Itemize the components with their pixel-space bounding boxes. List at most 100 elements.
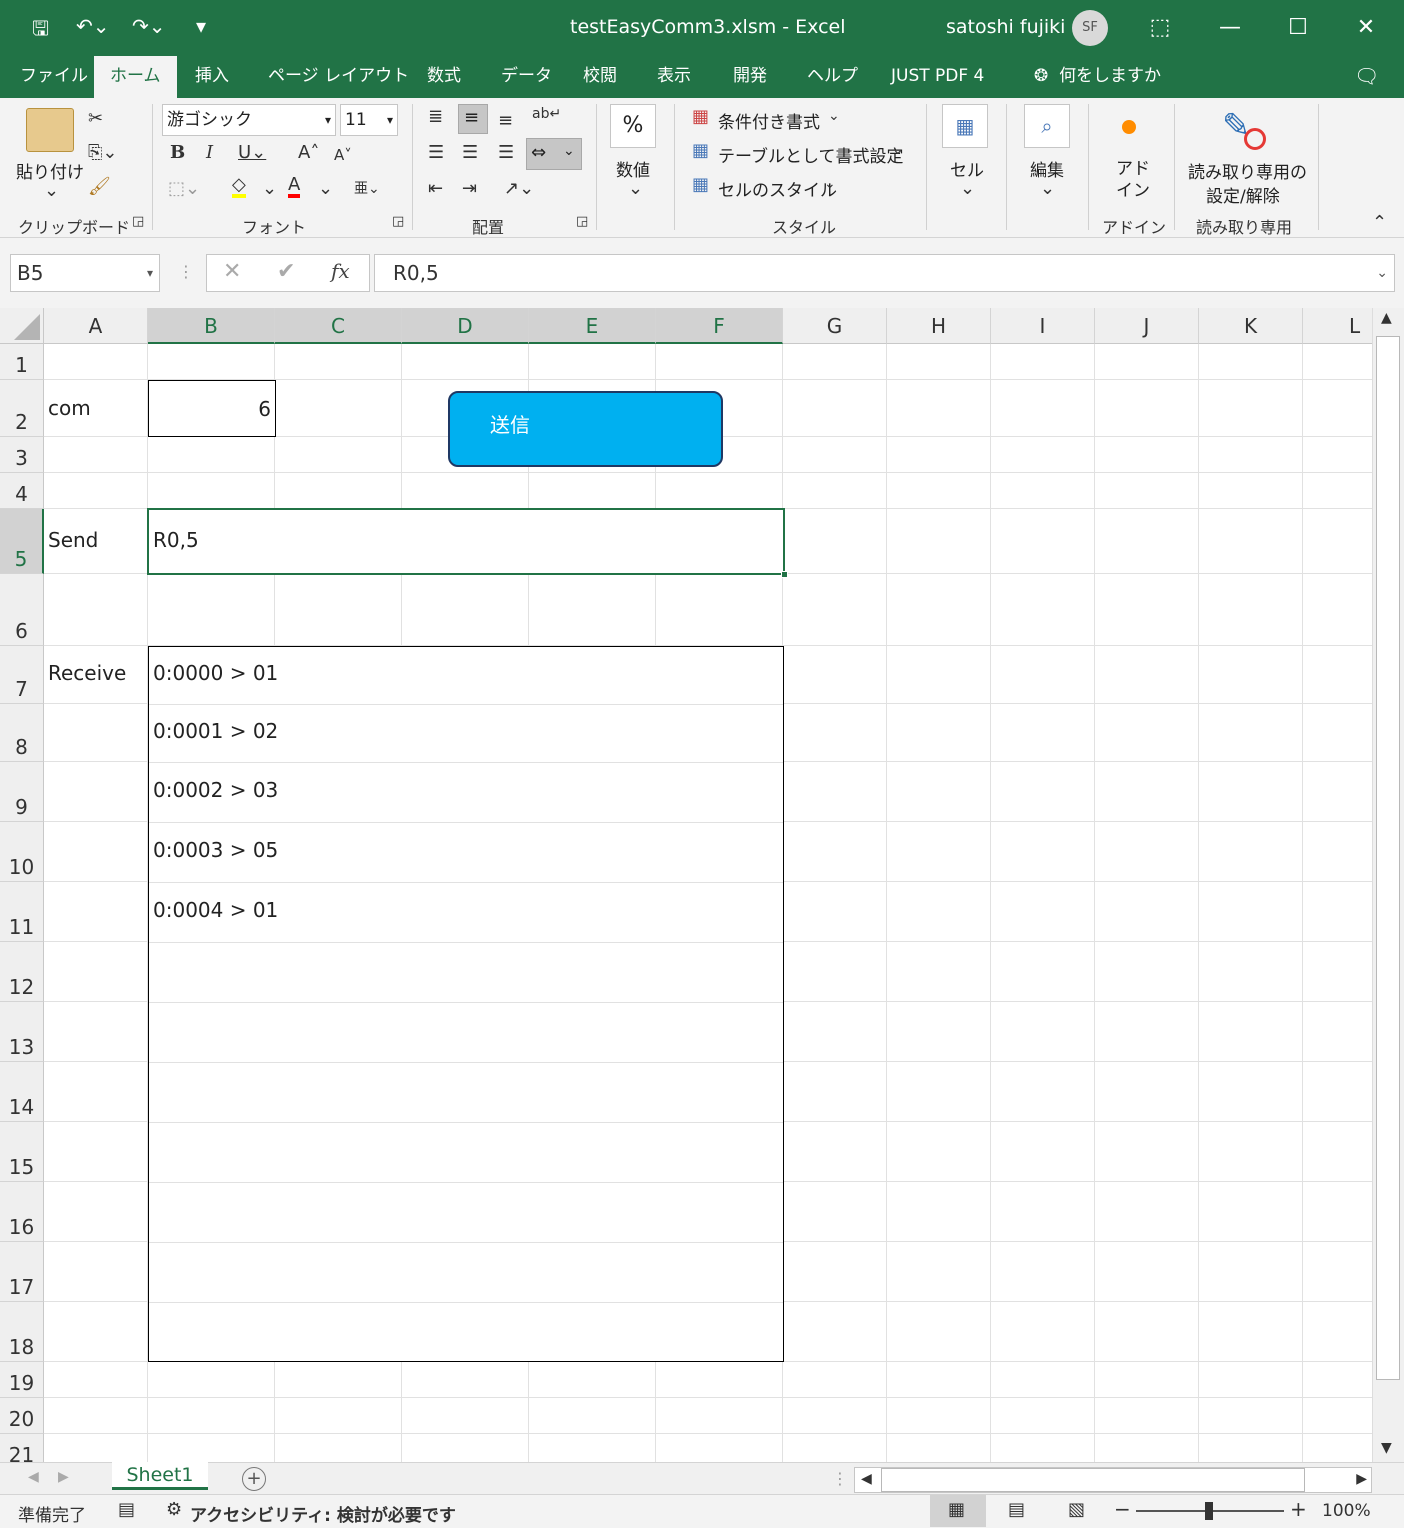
percent-icon[interactable]: % [610,104,656,148]
search-icon[interactable]: ⌕ [1024,104,1070,148]
tell-me-search[interactable]: ❂ 何をしますか [1034,56,1161,98]
accessibility-status[interactable]: アクセシビリティ: 検討が必要です [190,1501,456,1526]
tab-data[interactable]: データ [501,56,552,98]
row-header[interactable]: 10 [0,822,44,882]
row-header[interactable]: 15 [0,1122,44,1182]
tab-developer[interactable]: 開発 [733,56,767,98]
font-name-select[interactable]: 游ゴシック ▾ [162,104,336,136]
alignment-launcher-icon[interactable]: ◲ [576,214,588,229]
vertical-scrollbar[interactable]: ▲ ▼ [1372,308,1404,1462]
conditional-format-button[interactable]: 条件付き書式 [718,108,820,133]
column-header-d[interactable]: D [402,308,529,344]
row-header[interactable]: 21 [0,1434,44,1462]
align-right-icon[interactable]: ☰ [498,142,514,163]
cell-styles-button[interactable]: セルのスタイル [718,176,837,201]
send-button[interactable]: 送信 [448,391,723,467]
align-left-icon[interactable]: ☰ [428,142,444,163]
add-sheet-icon[interactable]: + [242,1467,266,1491]
fill-color-icon[interactable]: ◇ [232,176,246,198]
cancel-icon[interactable]: ✕ [223,259,241,284]
column-header-b[interactable]: B [148,308,275,344]
splitter-icon[interactable]: ⋮ [832,1469,848,1488]
row-header[interactable]: 19 [0,1362,44,1398]
format-painter-icon[interactable]: 🖌 [88,176,111,197]
macro-record-icon[interactable]: ▤ [118,1499,135,1520]
redo-icon[interactable]: ↷⌄ [132,14,166,38]
user-name[interactable]: satoshi fujiki [946,16,1065,38]
increase-font-icon[interactable]: A˄ [298,142,319,163]
copy-icon[interactable]: ⎘⌄ [88,142,117,163]
column-header-f[interactable]: F [656,308,783,344]
scroll-up-icon[interactable]: ▲ [1381,310,1392,326]
zoom-in-icon[interactable]: + [1290,1497,1307,1521]
italic-icon[interactable]: I [206,142,213,163]
scroll-thumb[interactable] [881,1468,1305,1492]
format-as-table-button[interactable]: テーブルとして書式設定 [718,142,903,167]
row-header[interactable]: 1 [0,344,44,380]
collapse-ribbon-icon[interactable]: ⌃ [1372,212,1387,233]
insert-function-icon[interactable]: fx [331,259,350,283]
addin-button[interactable]: アド イン [1116,158,1150,202]
column-header-l[interactable]: L [1303,308,1372,344]
cut-icon[interactable]: ✂ [88,108,103,129]
enter-icon[interactable]: ✔ [277,259,295,284]
row-header[interactable]: 7 [0,646,44,704]
sheet-tab-sheet1[interactable]: Sheet1 [112,1462,208,1490]
scroll-left-icon[interactable]: ◀ [861,1471,872,1487]
font-color-icon[interactable]: A [288,176,301,198]
align-bottom-icon[interactable]: ≡ [498,110,513,131]
customize-qat-icon[interactable]: ▾ [196,14,206,38]
avatar[interactable]: SF [1072,10,1108,46]
font-size-select[interactable]: 11 ▾ [340,104,398,136]
cells-icon[interactable]: ▦ [942,104,988,148]
phonetic-icon[interactable]: 亜⌄ [354,178,380,198]
tab-insert[interactable]: 挿入 [195,56,229,98]
sheet-prev-icon[interactable]: ◀ [28,1469,39,1485]
addin-icon[interactable] [1122,120,1136,134]
tab-help[interactable]: ヘルプ [807,56,858,98]
select-all-button[interactable] [0,308,44,344]
row-header[interactable]: 12 [0,942,44,1002]
font-color-dropdown-icon[interactable]: ⌄ [318,178,333,199]
row-header[interactable]: 2 [0,380,44,437]
cell-b5-selected[interactable]: R0,5 [147,508,788,578]
row-header[interactable]: 18 [0,1302,44,1362]
scroll-thumb[interactable] [1376,336,1400,1380]
formula-input[interactable]: R0,5 ⌄ [374,254,1395,292]
column-header-j[interactable]: J [1095,308,1199,344]
normal-view-button[interactable]: ▦ [930,1495,986,1527]
horizontal-scrollbar[interactable]: ◀ ▶ [854,1467,1372,1493]
zoom-slider-thumb[interactable] [1205,1502,1213,1520]
row-header[interactable]: 16 [0,1182,44,1242]
row-header[interactable]: 9 [0,762,44,822]
row-header[interactable]: 14 [0,1062,44,1122]
row-header[interactable]: 8 [0,704,44,762]
receive-range[interactable]: 0:0000 > 01 0:0001 > 02 0:0002 > 03 0:00… [148,646,784,1362]
row-header[interactable]: 4 [0,473,44,509]
page-break-view-icon[interactable]: ▧ [1068,1499,1085,1520]
ribbon-display-options-icon[interactable]: ⬚ [1140,10,1180,46]
undo-icon[interactable]: ↶⌄ [76,14,110,38]
sheet-next-icon[interactable]: ▶ [58,1469,69,1485]
tab-formulas[interactable]: 数式 [427,56,461,98]
editing-dropdown-icon[interactable]: ⌄ [1040,178,1055,199]
tab-review[interactable]: 校閲 [583,56,617,98]
font-launcher-icon[interactable]: ◲ [392,214,404,229]
clipboard-launcher-icon[interactable]: ◲ [132,214,144,229]
tab-home[interactable]: ホーム [94,56,177,98]
cell-b2[interactable]: 6 [148,380,276,437]
borders-icon[interactable]: ⬚⌄ [168,178,200,199]
align-center-icon[interactable]: ☰ [462,142,478,163]
column-header-a[interactable]: A [44,308,148,344]
decrease-font-icon[interactable]: A˅ [334,146,352,164]
save-icon[interactable]: 🖫 [32,14,49,48]
decrease-indent-icon[interactable]: ⇤ [428,178,443,199]
comments-icon[interactable]: 🗨 [1354,56,1379,98]
orientation-icon[interactable]: ↗⌄ [504,178,534,199]
splitter-icon[interactable]: ⋮ [178,262,194,281]
align-middle-button[interactable]: ≡ [458,104,488,134]
underline-icon[interactable]: U⌄ [238,142,266,163]
number-dropdown-icon[interactable]: ⌄ [628,178,643,199]
readonly-button-line2[interactable]: 設定/解除 [1206,182,1280,207]
row-header[interactable]: 6 [0,574,44,646]
